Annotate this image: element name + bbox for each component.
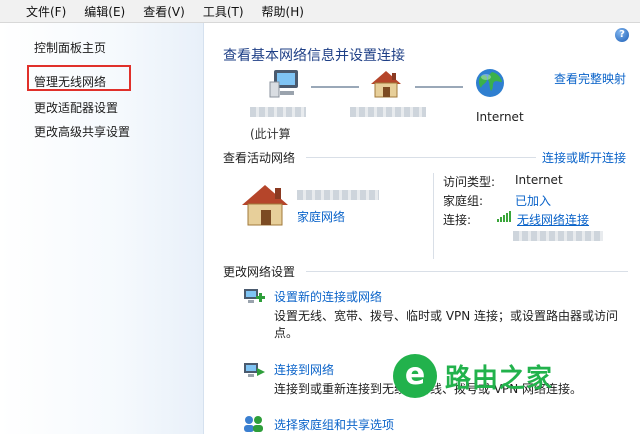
menu-view[interactable]: 查看(V) — [134, 3, 194, 20]
connect-disconnect-link[interactable]: 连接或断开连接 — [542, 149, 626, 166]
setup-connection-icon — [244, 289, 265, 303]
redacted-ssid — [513, 231, 603, 241]
wireless-connection-link[interactable]: 无线网络连接 — [517, 211, 589, 228]
sidebar-link-manage-wireless[interactable]: 管理无线网络 — [34, 73, 106, 90]
watermark-text: 路由之家 — [445, 363, 554, 394]
redacted-computer-name — [250, 107, 306, 117]
network-type-link[interactable]: 家庭网络 — [297, 208, 345, 225]
change-settings-title: 更改网络设置 — [223, 265, 296, 279]
internet-globe-icon — [476, 69, 504, 97]
task-link-setup-connection[interactable]: 设置新的连接或网络 — [274, 288, 382, 305]
homegroup-label: 家庭组: — [443, 194, 484, 208]
connection-label: 连接: — [443, 213, 472, 227]
sidebar-link-change-adapter[interactable]: 更改适配器设置 — [34, 99, 118, 116]
wireless-signal-icon — [497, 211, 511, 222]
access-type-value: Internet — [515, 173, 563, 187]
view-full-map-link[interactable]: 查看完整映射 — [554, 70, 626, 87]
menu-help[interactable]: 帮助(H) — [253, 3, 313, 20]
section-divider — [306, 157, 536, 158]
task-desc-setup-connection: 设置无线、宽带、拨号、临时或 VPN 连接；或设置路由器或访问点。 — [274, 309, 619, 340]
help-icon[interactable]: ? — [615, 28, 629, 42]
menu-edit[interactable]: 编辑(E) — [75, 3, 134, 20]
home-network-icon — [371, 71, 401, 98]
sidebar-link-advanced-sharing[interactable]: 更改高级共享设置 — [34, 123, 130, 140]
computer-name-label: (此计算 — [250, 127, 291, 141]
task-link-connect-network[interactable]: 连接到网络 — [274, 361, 334, 378]
sidebar-link-control-panel-home[interactable]: 控制面板主页 — [34, 39, 106, 56]
page-title: 查看基本网络信息并设置连接 — [223, 48, 405, 64]
active-networks-title: 查看活动网络 — [223, 151, 296, 165]
menu-tools[interactable]: 工具(T) — [194, 3, 253, 20]
homegroup-options-icon — [244, 416, 263, 432]
redacted-network-name — [350, 107, 426, 117]
task-link-homegroup-options[interactable]: 选择家庭组和共享选项 — [274, 416, 394, 433]
sidebar: 控制面板主页 管理无线网络 更改适配器设置 更改高级共享设置 — [0, 23, 204, 434]
vertical-divider — [433, 173, 434, 259]
map-link-line — [311, 86, 359, 88]
menu-file[interactable]: 文件(F) — [0, 3, 75, 20]
map-link-line-2 — [415, 86, 463, 88]
internet-label: Internet — [476, 110, 524, 124]
home-network-large-icon — [242, 185, 288, 226]
menu-bar: 文件(F) 编辑(E) 查看(V) 工具(T) 帮助(H) — [0, 0, 640, 23]
section-divider-2 — [306, 271, 628, 272]
redacted-active-network-name — [297, 190, 379, 200]
watermark-logo-icon: e — [393, 354, 437, 398]
connect-network-icon — [244, 363, 265, 377]
homegroup-value-link[interactable]: 已加入 — [515, 192, 551, 209]
computer-icon — [269, 70, 298, 98]
access-type-label: 访问类型: — [443, 175, 496, 189]
watermark: e 路由之家 — [393, 354, 553, 398]
